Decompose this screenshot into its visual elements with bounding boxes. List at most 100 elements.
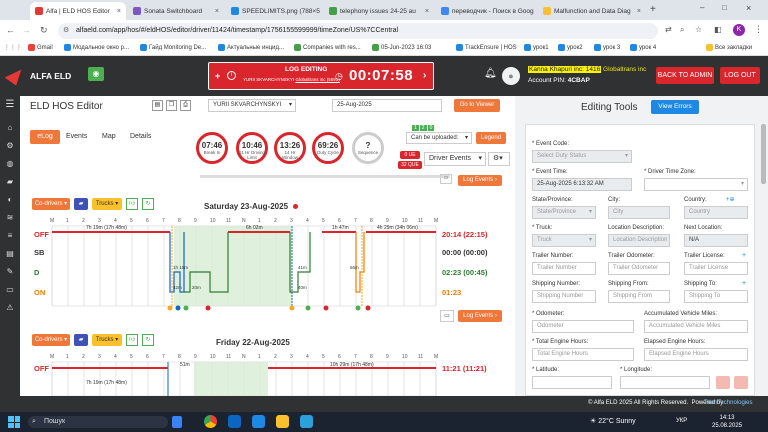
clock[interactable]: 14:13 25.08.2025: [712, 414, 742, 430]
info-icon[interactable]: i: [227, 71, 236, 80]
action-button[interactable]: [716, 376, 730, 389]
users-icon[interactable]: ◐: [5, 195, 15, 205]
app-icon[interactable]: [252, 415, 265, 428]
close-icon[interactable]: ×: [637, 8, 641, 15]
logout-button[interactable]: LOG OUT: [720, 67, 760, 84]
home-icon[interactable]: ⌂: [5, 123, 15, 133]
task-view-icon[interactable]: [172, 416, 182, 428]
bookmark-item[interactable]: Гайд Monitoring De...: [140, 44, 206, 51]
extensions-icon[interactable]: ◧: [714, 25, 722, 34]
country-field[interactable]: Country: [684, 206, 748, 219]
refresh-icon[interactable]: ↻: [142, 334, 154, 346]
co-drivers-button[interactable]: Co-drivers ▾: [32, 334, 70, 346]
trailer-num-field[interactable]: Trailer Number: [532, 262, 596, 275]
trucks-button[interactable]: Trucks ▾: [92, 334, 122, 346]
bookmark-item[interactable]: Модальное окно р...: [64, 44, 129, 51]
truck-icon[interactable]: ▰: [74, 334, 88, 346]
next-loc-field[interactable]: N/A: [684, 234, 748, 247]
event-time-field[interactable]: 25-Aug-2025 6:13:32 AM: [532, 178, 632, 191]
truck-icon[interactable]: ▰: [5, 177, 15, 187]
new-tab-button[interactable]: +: [650, 4, 656, 15]
event-code-select[interactable]: Select Duty Status ▾: [532, 150, 632, 163]
bookmark-item[interactable]: урок2: [558, 44, 583, 51]
location-buttons-icon[interactable]: +⊕: [726, 196, 735, 203]
trailer-odo-field[interactable]: Trailer Odometer: [608, 262, 670, 275]
truck-select[interactable]: Truck ▾: [532, 234, 596, 247]
bookmark-item[interactable]: урок1: [524, 44, 549, 51]
ship-to-field[interactable]: Shipping To: [684, 290, 748, 303]
add-icon[interactable]: +: [742, 252, 746, 259]
bookmark-item[interactable]: урок 4: [630, 44, 656, 51]
loc-desc-field[interactable]: Location Description: [608, 234, 670, 247]
driver-tz-select[interactable]: ▾: [644, 178, 748, 191]
thumbs-up-icon[interactable]: 👍︎: [126, 334, 138, 346]
minimize-button[interactable]: –: [700, 3, 704, 12]
weather[interactable]: ☀ 22°C Sunny: [590, 417, 636, 425]
user-avatar[interactable]: ●: [502, 67, 520, 85]
browser-tab[interactable]: SPEEDLIMITS.png (788×5 ×: [226, 2, 322, 20]
trailer-lic-field[interactable]: Trailer License: [684, 262, 748, 275]
close-icon[interactable]: ×: [215, 8, 219, 15]
search-box[interactable]: ⌕ Пошук: [28, 416, 168, 428]
browser-tab[interactable]: telephony issues 24-25 au ×: [324, 2, 434, 20]
longitude-field[interactable]: [620, 376, 710, 389]
wifi-icon[interactable]: ≋: [5, 213, 15, 223]
elapsed-hours-field[interactable]: Elapsed Engine Hours: [644, 348, 748, 361]
latitude-field[interactable]: [532, 376, 612, 389]
close-icon[interactable]: ×: [117, 8, 121, 15]
add-icon[interactable]: +: [742, 280, 746, 287]
alert-icon[interactable]: ⚠: [5, 303, 15, 313]
windows-start-icon[interactable]: [8, 416, 20, 428]
action-button[interactable]: [734, 376, 748, 389]
bookmark-item[interactable]: урок 3: [594, 44, 620, 51]
bookmark-star-icon[interactable]: ☆: [695, 25, 702, 34]
chart-icon[interactable]: ▤: [5, 249, 15, 259]
browser-tab[interactable]: переводчик - Поиск в Goog ×: [436, 2, 536, 20]
app-icon[interactable]: [228, 415, 241, 428]
back-to-admin-button[interactable]: BACK TO ADMIN: [656, 67, 714, 84]
profile-avatar[interactable]: K: [733, 24, 745, 36]
bookmark-item[interactable]: Companies with res...: [294, 44, 361, 51]
menu-dots-icon[interactable]: ⋮: [754, 24, 763, 35]
wrench-icon[interactable]: ✎: [5, 267, 15, 277]
total-hours-field[interactable]: Total Engine Hours: [532, 348, 634, 361]
browser-tab[interactable]: Malfunction and Data Diag ×: [538, 2, 646, 20]
state-select[interactable]: State/Province ▾: [532, 206, 596, 219]
log-events-button[interactable]: Log Events ›: [458, 310, 502, 322]
expand-icon[interactable]: +: [215, 71, 220, 81]
bookmark-item[interactable]: Актуальные инцид...: [218, 44, 284, 51]
file-explorer-icon[interactable]: [276, 415, 289, 428]
close-icon[interactable]: ×: [425, 8, 429, 15]
bookmark-item[interactable]: Gmail: [28, 44, 53, 51]
ship-from-field[interactable]: Shipping From: [608, 290, 670, 303]
chrome-icon[interactable]: [204, 415, 217, 428]
bell-icon[interactable]: 🔔︎: [484, 68, 497, 79]
telegram-icon[interactable]: [300, 415, 313, 428]
list-icon[interactable]: ≡: [5, 231, 15, 241]
camera-icon[interactable]: ◉: [88, 67, 104, 81]
bookmark-item[interactable]: TrackEnsure | HOS: [456, 44, 517, 51]
acc-miles-field[interactable]: Accumulated Vehicle Miles: [644, 320, 748, 333]
site-info-icon[interactable]: ⚙: [63, 23, 69, 39]
view-errors-button[interactable]: View Errors: [651, 100, 699, 114]
apps-icon[interactable]: ⋮⋮⋮: [4, 44, 22, 51]
maximize-button[interactable]: □: [722, 3, 727, 12]
log-graph[interactable]: M 1 2 3 4 5 6 7 8 9 10 11 N 1 2 3 4 5 6 7 8 9 10 11 M 7h 19m (17…: [20, 96, 515, 396]
all-bookmarks[interactable]: Все закладки: [706, 44, 752, 51]
folder-icon[interactable]: ▭: [5, 285, 15, 295]
translate-icon[interactable]: ⇄: [665, 25, 672, 34]
browser-tab-active[interactable]: Alfa | ELD HOS Editor ×: [30, 2, 126, 20]
reload-icon[interactable]: ↻: [40, 25, 48, 36]
keyboard-lang[interactable]: УКР: [676, 418, 687, 424]
zoom-icon[interactable]: ⌕: [680, 25, 684, 35]
forward-icon[interactable]: →: [22, 25, 31, 35]
bookmark-item[interactable]: 05-Jun-2023 16:03: [372, 44, 431, 51]
url-field[interactable]: ⚙ alfaeld.com/app/hos/#/eldHOS/editor/dr…: [58, 23, 658, 39]
ship-num-field[interactable]: Shipping Number: [532, 290, 596, 303]
back-icon[interactable]: ←: [6, 25, 15, 35]
hamburger-menu-icon[interactable]: ☰: [5, 100, 15, 110]
globe-icon[interactable]: ◍: [5, 159, 15, 169]
settings-icon[interactable]: ⚙: [5, 141, 15, 151]
chevron-right-icon[interactable]: ›: [423, 70, 426, 81]
brand-logo[interactable]: TrienTechnologies: [704, 400, 752, 406]
